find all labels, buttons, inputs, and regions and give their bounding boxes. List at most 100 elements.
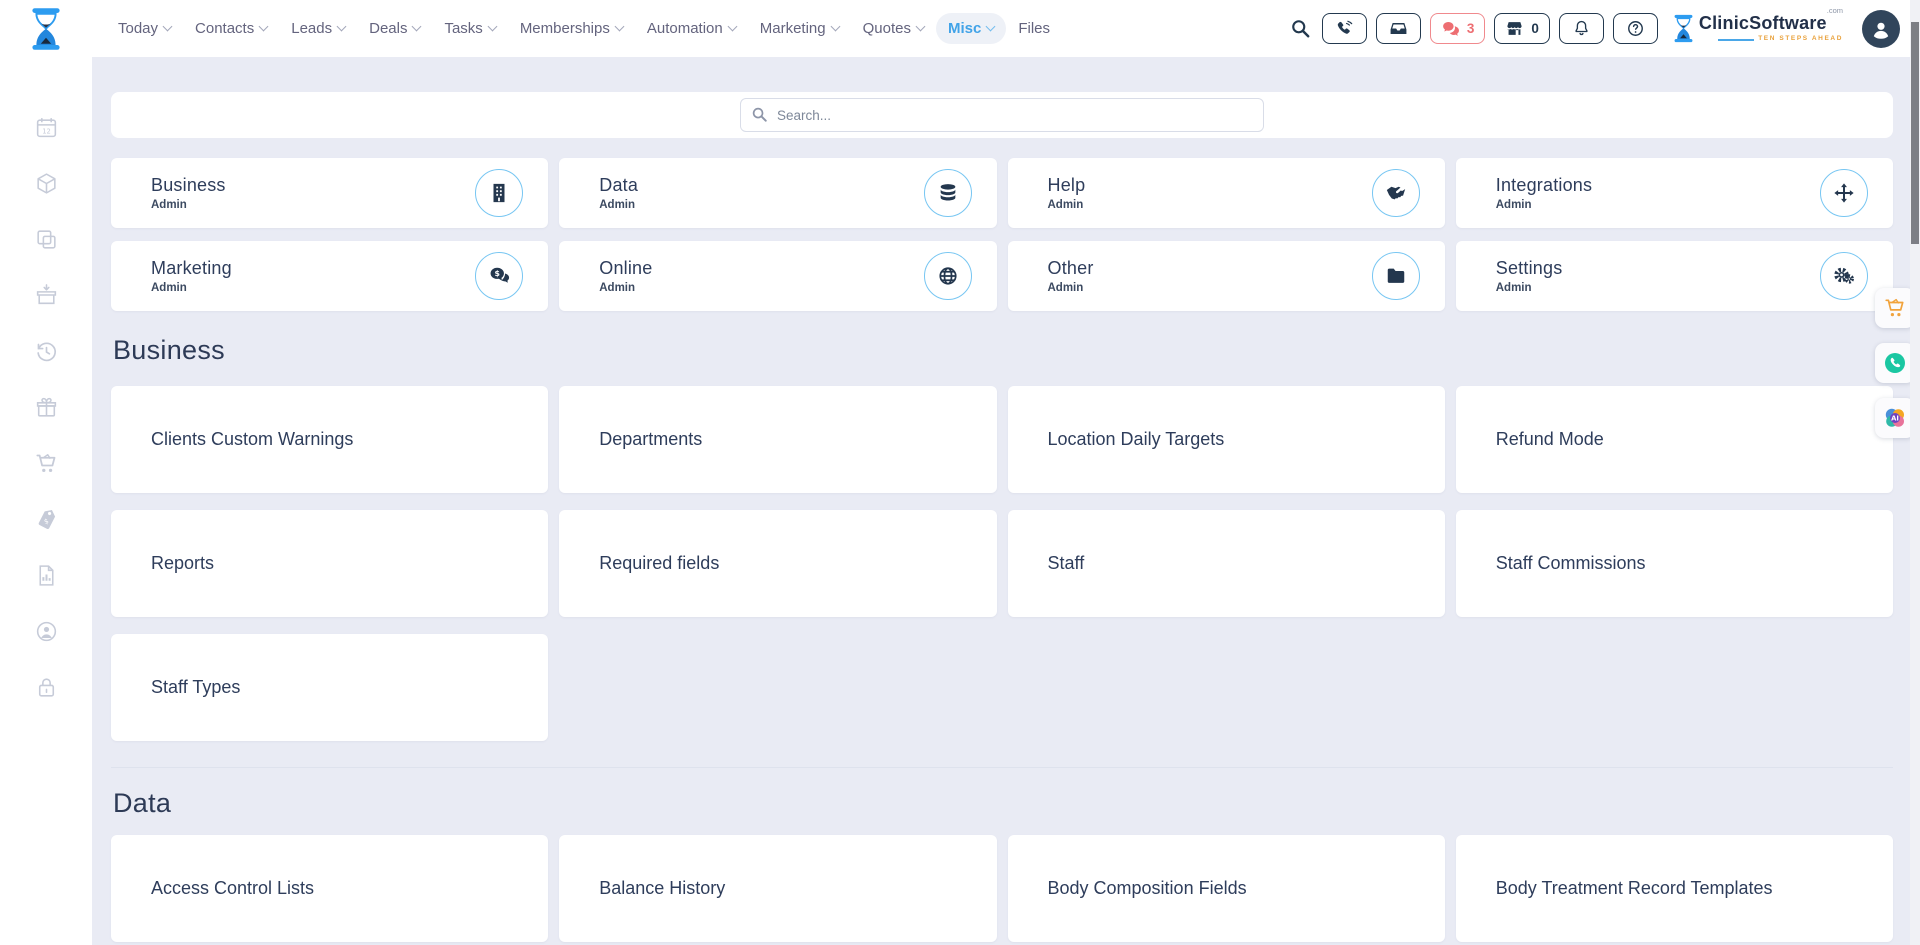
sidebar-item[interactable] <box>0 435 92 491</box>
category-card-settings[interactable]: Settings Admin <box>1456 241 1893 311</box>
nav-item-misc[interactable]: Misc <box>936 13 1006 44</box>
category-title: Integrations <box>1496 175 1820 196</box>
nav-item-files[interactable]: Files <box>1006 13 1062 44</box>
nav-item-leads[interactable]: Leads <box>279 13 357 44</box>
sidebar-item[interactable] <box>0 211 92 267</box>
action-button-calls[interactable] <box>1322 13 1367 44</box>
avatar[interactable] <box>1862 10 1900 48</box>
sidebar-item[interactable] <box>0 603 92 659</box>
sidebar-item[interactable] <box>0 547 92 603</box>
category-subtitle: Admin <box>1496 282 1820 294</box>
section-card-clients-custom-warnings[interactable]: Clients Custom Warnings <box>111 386 548 493</box>
nav-item-contacts[interactable]: Contacts <box>183 13 279 44</box>
sidebar-item[interactable] <box>0 379 92 435</box>
section-card-access-control-lists[interactable]: Access Control Lists <box>111 835 548 942</box>
section-card-label: Staff Types <box>151 677 240 698</box>
store-icon <box>1505 19 1524 38</box>
sidebar-item[interactable]: 12 <box>0 99 92 155</box>
price-tag-icon: $ <box>34 507 59 532</box>
category-title: Data <box>599 175 923 196</box>
category-icon-circle <box>1372 169 1420 217</box>
category-subtitle: Admin <box>151 282 475 294</box>
sidebar-item[interactable]: $ <box>0 491 92 547</box>
top-navigation-bar: Today Contacts Leads Deals Tasks <box>0 0 1920 57</box>
category-icon-circle: $ <box>475 252 523 300</box>
category-title: Business <box>151 175 475 196</box>
section-divider <box>111 767 1893 768</box>
category-card-business[interactable]: Business Admin <box>111 158 548 228</box>
calendar-icon: 12 <box>34 115 59 140</box>
category-card-other[interactable]: Other Admin <box>1008 241 1445 311</box>
report-icon <box>34 563 59 588</box>
action-button-inbox[interactable] <box>1376 13 1421 44</box>
clinicsoftware-logo[interactable]: ClinicSoftware.com TEN STEPS AHEAD <box>1673 14 1843 43</box>
user-circle-icon <box>34 619 59 644</box>
chevron-down-icon <box>259 22 269 32</box>
section-card-label: Body Composition Fields <box>1048 878 1247 899</box>
nav-item-label: Memberships <box>520 20 610 37</box>
nav-item-label: Today <box>118 20 158 37</box>
nav-item-label: Misc <box>948 20 981 37</box>
chevron-down-icon <box>337 22 347 32</box>
category-card-help[interactable]: Help Admin <box>1008 158 1445 228</box>
section-card-staff-types[interactable]: Staff Types <box>111 634 548 741</box>
sidebar-item[interactable] <box>0 267 92 323</box>
category-subtitle: Admin <box>1048 282 1372 294</box>
category-card-marketing[interactable]: Marketing Admin $ <box>111 241 548 311</box>
section-card-label: Staff Commissions <box>1496 553 1646 574</box>
floating-button-whatsapp[interactable] <box>1875 343 1915 383</box>
phone-volume-icon <box>1335 19 1354 38</box>
chevron-down-icon <box>163 22 173 32</box>
global-search-button[interactable] <box>1290 18 1311 39</box>
section-card-body-treatment-record-templates[interactable]: Body Treatment Record Templates <box>1456 835 1893 942</box>
nav-item-tasks[interactable]: Tasks <box>432 13 507 44</box>
action-button-chat[interactable]: 3 <box>1430 13 1486 44</box>
section-card-location-daily-targets[interactable]: Location Daily Targets <box>1008 386 1445 493</box>
floating-button-cart[interactable] <box>1875 288 1915 328</box>
nav-item-label: Automation <box>647 20 723 37</box>
section-card-staff-commissions[interactable]: Staff Commissions <box>1456 510 1893 617</box>
lock-icon <box>34 675 59 700</box>
building-icon <box>488 182 510 204</box>
category-title: Online <box>599 258 923 279</box>
category-card-integrations[interactable]: Integrations Admin <box>1456 158 1893 228</box>
sidebar-item[interactable] <box>0 155 92 211</box>
chevron-down-icon <box>412 22 422 32</box>
section-card-balance-history[interactable]: Balance History <box>559 835 996 942</box>
sidebar-item[interactable] <box>0 323 92 379</box>
comments-icon <box>1441 19 1460 38</box>
nav-item-automation[interactable]: Automation <box>635 13 748 44</box>
category-subtitle: Admin <box>1048 199 1372 211</box>
section-card-reports[interactable]: Reports <box>111 510 548 617</box>
section-card-body-composition-fields[interactable]: Body Composition Fields <box>1008 835 1445 942</box>
scrollbar-thumb[interactable] <box>1911 22 1919 244</box>
nav-item-quotes[interactable]: Quotes <box>851 13 936 44</box>
app-logo[interactable] <box>0 7 92 51</box>
action-button-help[interactable] <box>1613 13 1658 44</box>
inbox-icon <box>1389 19 1408 38</box>
chevron-down-icon <box>614 22 624 32</box>
section-card-staff[interactable]: Staff <box>1008 510 1445 617</box>
section-card-refund-mode[interactable]: Refund Mode <box>1456 386 1893 493</box>
category-card-online[interactable]: Online Admin <box>559 241 996 311</box>
nav-item-marketing[interactable]: Marketing <box>748 13 851 44</box>
action-button-shop[interactable]: 0 <box>1494 13 1550 44</box>
admin-categories: Business Admin Data Admin He <box>111 158 1893 311</box>
topbar-actions: 3 0 ClinicSo <box>1290 10 1920 48</box>
move-arrows-icon <box>1833 182 1855 204</box>
nav-item-deals[interactable]: Deals <box>357 13 432 44</box>
sidebar-item[interactable] <box>0 659 92 715</box>
svg-text:$: $ <box>495 269 500 278</box>
nav-item-today[interactable]: Today <box>106 13 183 44</box>
floating-button-ai-assistant[interactable]: AI <box>1875 398 1915 438</box>
category-subtitle: Admin <box>151 199 475 211</box>
nav-item-memberships[interactable]: Memberships <box>508 13 635 44</box>
category-card-data[interactable]: Data Admin <box>559 158 996 228</box>
category-title: Other <box>1048 258 1372 279</box>
gift-icon <box>34 395 59 420</box>
category-icon-circle <box>1372 252 1420 300</box>
section-card-departments[interactable]: Departments <box>559 386 996 493</box>
section-card-required-fields[interactable]: Required fields <box>559 510 996 617</box>
search-input[interactable] <box>740 98 1264 132</box>
action-button-notifications[interactable] <box>1559 13 1604 44</box>
